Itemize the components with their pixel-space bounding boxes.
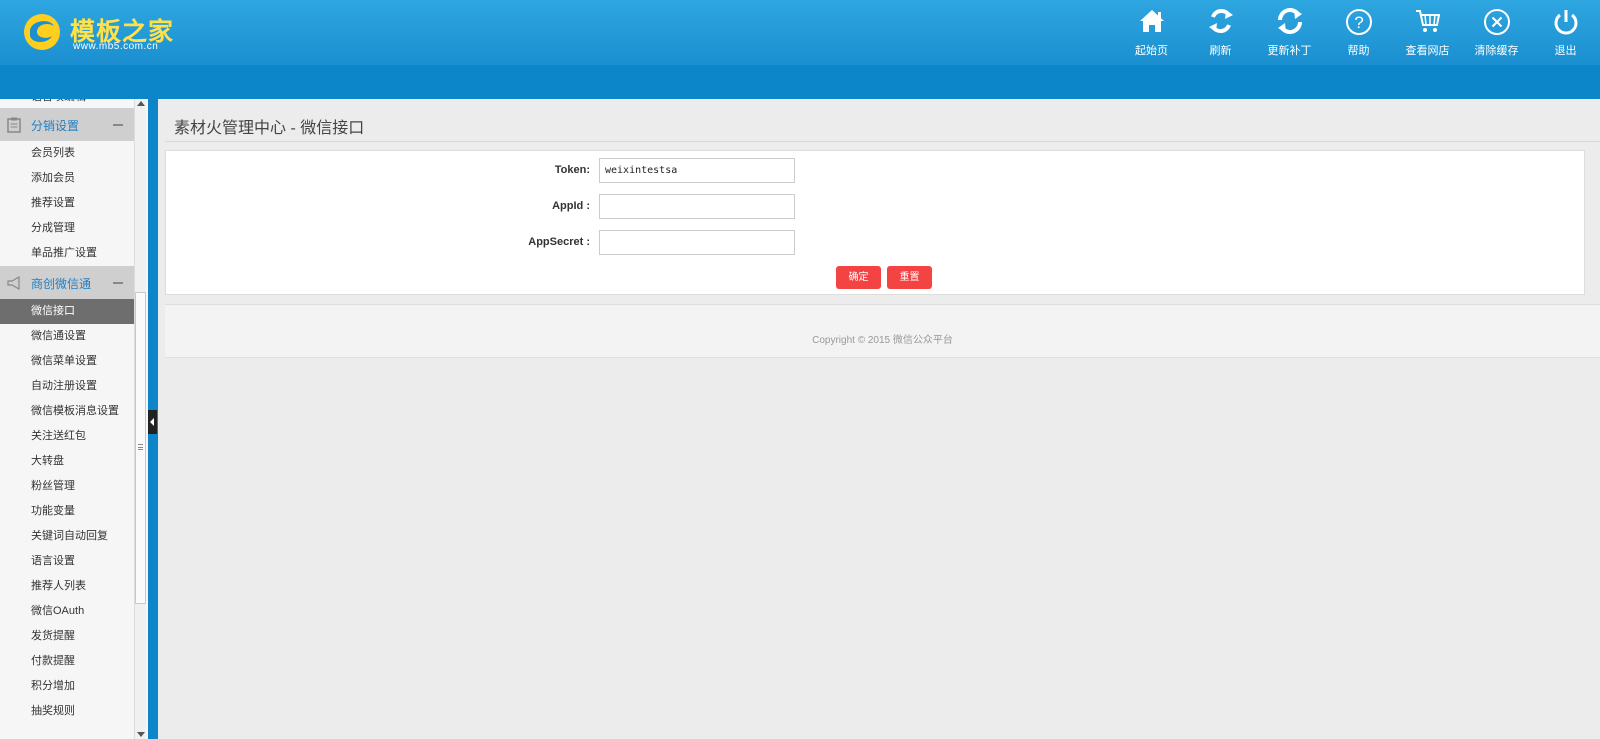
sidebar-item[interactable]: 关注送红包 [0,424,134,449]
cart-icon [1415,10,1440,32]
nav-view-shop-label: 查看网店 [1405,45,1450,57]
appsecret-label: AppSecret : [528,236,590,248]
sidebar-item-commission[interactable]: 分成管理 [0,216,134,241]
scroll-down-arrow-icon[interactable] [137,732,145,737]
collapse-minus-icon[interactable] [113,124,123,126]
clear-cache-icon [1483,9,1510,35]
token-input[interactable] [599,158,795,183]
sidebar-group-wechat[interactable]: 商创微信通 [0,266,134,299]
nav-help[interactable]: ? 帮助 [1324,0,1393,65]
collapse-minus-icon[interactable] [113,282,123,284]
sidebar-item[interactable]: 粉丝管理 [0,474,134,499]
nav-home-label: 起始页 [1135,45,1168,57]
sidebar-item-product-promo[interactable]: 单品推广设置 [0,241,134,266]
title-divider [165,141,1600,142]
sidebar-item[interactable]: 抽奖规则 [0,699,134,724]
top-nav: 起始页 刷新 更新补丁 ? 帮助 查看网店 清除缓存 退出 [1117,0,1600,65]
sidebar-item[interactable]: 积分增加 [0,674,134,699]
logo[interactable]: 模板之家 www.mb5.com.cn [20,10,180,56]
wechat-api-form: Token: AppId : AppSecret : 确定 重置 [165,150,1585,295]
top-header: 模板之家 www.mb5.com.cn 起始页 刷新 更新补丁 ? 帮助 查看网… [0,0,1600,65]
home-icon [1139,10,1164,32]
sidebar-item[interactable]: 语言设置 [0,549,134,574]
nav-clear-cache[interactable]: 清除缓存 [1462,0,1531,65]
scroll-grip-icon [138,444,143,450]
sidebar-item-member-list[interactable]: 会员列表 [0,141,134,166]
scroll-up-arrow-icon[interactable] [137,101,145,106]
sidebar-item-referral-settings[interactable]: 推荐设置 [0,191,134,216]
sidebar-item[interactable]: 语言项编辑 [0,99,134,108]
nav-refresh[interactable]: 刷新 [1186,0,1255,65]
appsecret-input[interactable] [599,230,795,255]
appid-row: AppId : [166,194,1584,220]
nav-clear-cache-label: 清除缓存 [1474,45,1519,57]
footer: Copyright © 2015 微信公众平台 [165,304,1600,358]
sidebar-item[interactable]: 微信OAuth [0,599,134,624]
sidebar-item[interactable]: 付款提醒 [0,649,134,674]
token-row: Token: [166,158,1584,184]
appsecret-row: AppSecret : [166,230,1584,256]
page-title: 素材火管理中心 - 微信接口 [174,120,365,137]
copyright-text: Copyright © 2015 微信公众平台 [812,335,953,346]
nav-logout[interactable]: 退出 [1531,0,1600,65]
appid-label: AppId : [552,200,590,212]
sidebar-item[interactable]: 推荐人列表 [0,574,134,599]
sub-header-bar [0,65,1600,99]
sidebar-item[interactable]: 功能变量 [0,499,134,524]
refresh-arrows-icon [1208,9,1233,33]
power-icon [1554,10,1577,35]
sidebar-item[interactable]: 发货提醒 [0,624,134,649]
reset-button[interactable]: 重置 [887,266,932,289]
help-icon: ? [1345,9,1372,35]
nav-view-shop[interactable]: 查看网店 [1393,0,1462,65]
sidebar-group-distribution[interactable]: 分销设置 [0,108,134,141]
speaker-icon [7,275,20,291]
appid-input[interactable] [599,194,795,219]
sidebar-item[interactable]: 关键词自动回复 [0,524,134,549]
sidebar-group-label: 分销设置 [31,119,80,133]
sidebar-item-add-member[interactable]: 添加会员 [0,166,134,191]
nav-help-label: 帮助 [1347,45,1370,57]
brand-url: www.mb5.com.cn [73,41,159,52]
submit-button[interactable]: 确定 [836,266,881,289]
nav-update[interactable]: 更新补丁 [1255,0,1324,65]
nav-update-label: 更新补丁 [1267,45,1312,57]
svg-text:?: ? [1354,13,1363,32]
sidebar-menu: 语言项编辑 分销设置 会员列表 添加会员 推荐设置 分成管理 单品推广设置 商创… [0,99,134,724]
logo-swirl-icon [24,14,60,50]
sidebar-group-label: 商创微信通 [31,277,92,291]
sidebar-item-wechat-api[interactable]: 微信接口 [0,299,134,324]
sidebar-item[interactable]: 大转盘 [0,449,134,474]
clipboard-icon [7,117,21,133]
sidebar-item[interactable]: 微信菜单设置 [0,349,134,374]
sidebar-collapse-toggle[interactable] [148,410,157,434]
token-label: Token: [554,164,590,176]
nav-refresh-label: 刷新 [1209,45,1232,57]
update-icon [1277,8,1302,34]
main-content: 素材火管理中心 - 微信接口 Token: AppId : AppSecret … [158,99,1600,739]
sidebar-item[interactable]: 微信模板消息设置 [0,399,134,424]
sidebar-item[interactable]: 自动注册设置 [0,374,134,399]
nav-home[interactable]: 起始页 [1117,0,1186,65]
nav-logout-label: 退出 [1554,45,1577,57]
sidebar: 语言项编辑 分销设置 会员列表 添加会员 推荐设置 分成管理 单品推广设置 商创… [0,99,148,739]
